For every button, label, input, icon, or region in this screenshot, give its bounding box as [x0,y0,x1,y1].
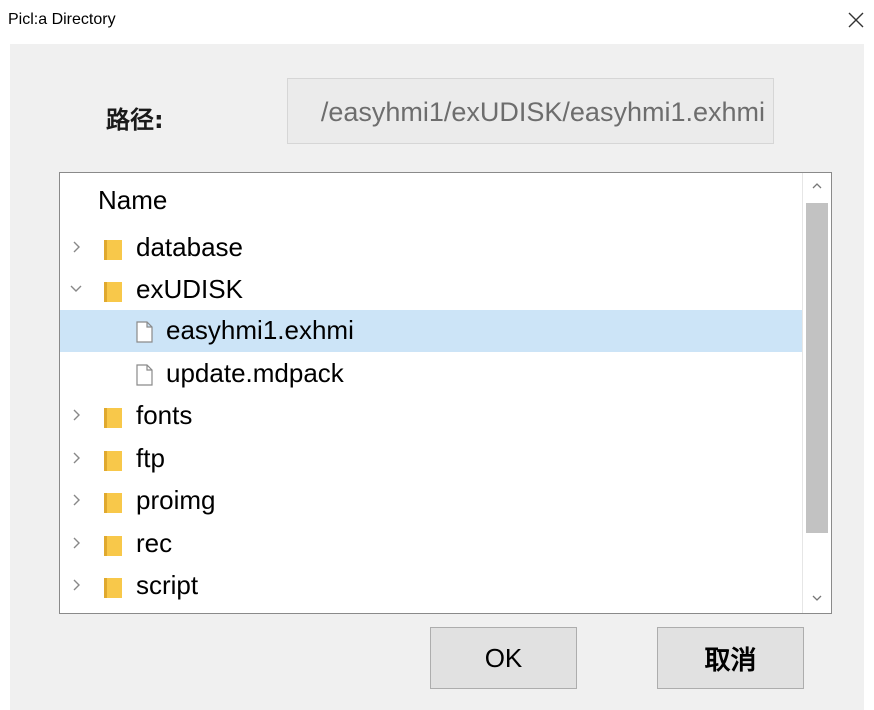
tree-row-label: proimg [136,485,216,515]
file-icon [136,321,153,343]
close-button[interactable] [836,2,874,40]
file-icon [136,364,153,386]
scroll-down-button[interactable] [803,585,831,611]
chevron-right-icon[interactable] [68,575,84,595]
folder-icon [104,493,122,513]
chevron-right-icon[interactable] [68,237,84,257]
chevron-right-icon[interactable] [68,533,84,553]
column-header-name[interactable]: Name [98,185,167,216]
tree-row-label: script [136,570,199,600]
scroll-thumb[interactable] [806,203,828,533]
folder-icon [104,408,122,428]
folder-icon [104,240,122,260]
tree-row-folder[interactable]: fonts [60,395,802,437]
path-label: 路径: [106,106,164,134]
ok-button[interactable]: OK [430,627,577,689]
tree-row-label: rec [136,528,173,558]
chevron-right-icon[interactable] [68,490,84,510]
title-bar: Picl:a Directory [0,0,874,44]
close-icon [848,12,864,28]
tree-row-label: ftp [136,443,165,473]
tree-row-folder[interactable]: exUDISK [60,269,802,311]
window-title: Picl:a Directory [8,11,116,28]
tree-row-folder[interactable]: proimg [60,480,802,522]
tree-row-file[interactable]: update.mdpack [60,353,802,395]
tree-row-label: exUDISK [136,274,243,304]
tree-row-folder[interactable]: database [60,227,802,269]
tree-row-folder[interactable]: rec [60,523,802,565]
cancel-button[interactable]: 取消 [657,627,804,689]
folder-icon [104,451,122,471]
tree-row-label: database [136,232,243,262]
file-tree[interactable]: Name database exUDISK easyhmi1.exhmi update… [59,172,832,614]
scroll-up-button[interactable] [803,173,831,199]
folder-icon [104,578,122,598]
tree-row-folder[interactable]: ftp [60,438,802,480]
chevron-down-icon [812,595,822,601]
path-value: /easyhmi1/exUDISK/easyhmi1.exhmi [320,97,765,127]
folder-icon [104,282,122,302]
chevron-right-icon[interactable] [68,448,84,468]
tree-row-label: update.mdpack [166,358,344,388]
tree-row-file[interactable]: easyhmi1.exhmi [60,310,802,352]
chevron-down-icon[interactable] [68,279,84,299]
chevron-right-icon[interactable] [68,405,84,425]
folder-icon [104,536,122,556]
tree-row-label: fonts [136,400,193,430]
tree-row-label: easyhmi1.exhmi [166,315,354,345]
chevron-up-icon [812,183,822,189]
tree-row-folder[interactable]: script [60,565,802,607]
vertical-scrollbar[interactable] [802,173,831,613]
path-field[interactable]: /easyhmi1/exUDISK/easyhmi1.exhmi [287,78,774,144]
